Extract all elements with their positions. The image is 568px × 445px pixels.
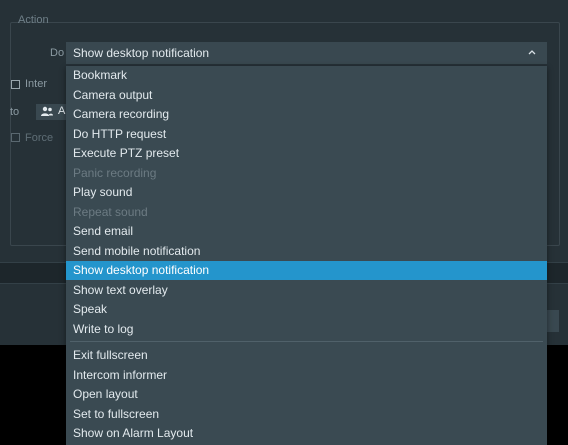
menu-item-show-text-overlay[interactable]: Show text overlay (66, 281, 547, 300)
users-selector-button[interactable]: A (36, 104, 66, 120)
to-label: to (10, 106, 20, 118)
menu-separator (70, 341, 543, 342)
menu-item-write-to-log[interactable]: Write to log (66, 320, 547, 339)
menu-item-execute-ptz-preset[interactable]: Execute PTZ preset (66, 144, 547, 163)
menu-item-camera-output[interactable]: Camera output (66, 86, 547, 105)
action-combo-value: Show desktop notification (73, 46, 210, 60)
menu-item-show-on-alarm-layout[interactable]: Show on Alarm Layout (66, 424, 547, 443)
menu-item-speak[interactable]: Speak (66, 300, 547, 319)
users-button-text: A (58, 105, 66, 117)
users-icon (41, 106, 53, 116)
menu-item-send-mobile-notification[interactable]: Send mobile notification (66, 242, 547, 261)
menu-item-exit-fullscreen[interactable]: Exit fullscreen (66, 346, 547, 365)
menu-item-repeat-sound: Repeat sound (73, 204, 148, 219)
menu-item-camera-recording[interactable]: Camera recording (66, 105, 547, 124)
chevron-up-icon (528, 50, 536, 55)
menu-item-panic-recording: Panic recording (73, 165, 157, 180)
action-section-title: Action (18, 14, 49, 26)
menu-item-bookmark[interactable]: Bookmark (66, 66, 547, 85)
menu-item-show-desktop-notification[interactable]: Show desktop notification (66, 261, 547, 280)
action-dropdown-list: Bookmark Camera output Camera recording … (66, 66, 547, 445)
menu-item-play-sound[interactable]: Play sound (66, 183, 547, 202)
intercom-label: Inter (25, 78, 48, 90)
force-label: Force (25, 132, 54, 144)
action-type-combobox[interactable]: Show desktop notification (66, 42, 547, 64)
dialog-button-edge[interactable] (547, 310, 559, 332)
force-checkbox[interactable] (11, 133, 20, 142)
menu-item-do-http-request[interactable]: Do HTTP request (66, 125, 547, 144)
menu-item-send-email[interactable]: Send email (66, 222, 547, 241)
do-label: Do (50, 47, 65, 59)
menu-item-intercom-informer[interactable]: Intercom informer (66, 366, 547, 385)
menu-item-open-layout[interactable]: Open layout (66, 385, 547, 404)
intercom-checkbox[interactable] (11, 80, 20, 89)
menu-item-set-to-fullscreen[interactable]: Set to fullscreen (66, 405, 547, 424)
